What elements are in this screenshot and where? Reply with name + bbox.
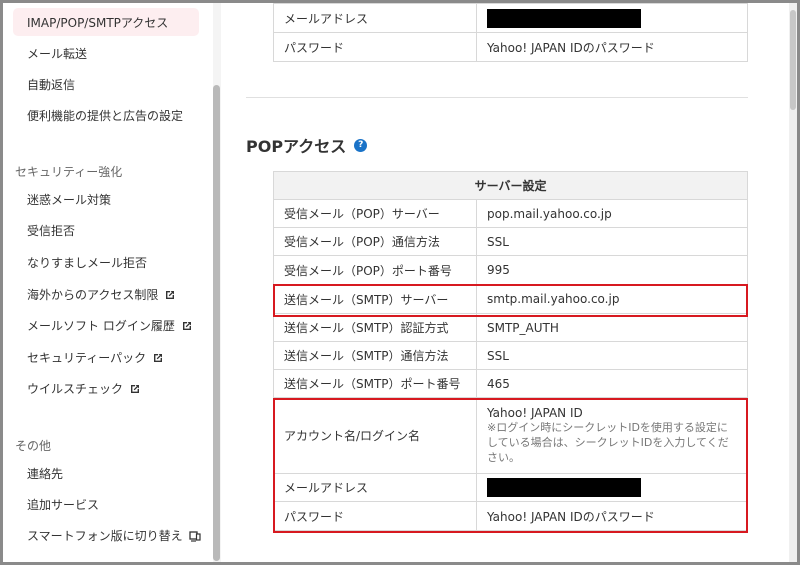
account-name-value: Yahoo! JAPAN ID ※ログイン時にシークレットIDを使用する設定にし… bbox=[475, 397, 749, 474]
row-label: 受信メール（POP）通信方法 bbox=[273, 227, 477, 256]
external-link-icon bbox=[154, 353, 163, 362]
row-value: SSL bbox=[475, 341, 749, 370]
pop-email-label: メールアドレス bbox=[273, 473, 477, 502]
sidebar-item-label: セキュリティーパック bbox=[27, 351, 147, 365]
row-value: pop.mail.yahoo.co.jp bbox=[475, 199, 749, 228]
table-row: パスワード Yahoo! JAPAN IDのパスワード bbox=[273, 32, 748, 62]
table-row: 受信メール（POP）サーバー pop.mail.yahoo.co.jp bbox=[273, 199, 749, 228]
sidebar-item-mail-forward[interactable]: メール転送 bbox=[27, 45, 87, 62]
sidebar-item-switch-smartphone[interactable]: スマートフォン版に切り替え bbox=[27, 527, 201, 544]
imap-credentials-table: メールアドレス パスワード Yahoo! JAPAN IDのパスワード bbox=[273, 3, 748, 62]
external-link-icon bbox=[182, 321, 191, 330]
secret-id-note: ※ログイン時にシークレットIDを使用する設定にしている場合は、シークレットIDを… bbox=[487, 421, 729, 464]
account-name-label: アカウント名/ログイン名 bbox=[273, 397, 477, 474]
row-label: 受信メール（POP）サーバー bbox=[273, 199, 477, 228]
sidebar-item-label: なりすましメール拒否 bbox=[27, 256, 148, 270]
sidebar-item-label: 便利機能の提供と広告の設定 bbox=[27, 109, 184, 123]
sidebar-item-virus-check[interactable]: ウイルスチェック bbox=[27, 380, 141, 397]
redacted-email bbox=[487, 8, 641, 28]
sidebar-item-spam[interactable]: 迷惑メール対策 bbox=[27, 191, 111, 208]
sidebar-item-label: 連絡先 bbox=[27, 467, 64, 481]
sidebar-item-security-pack[interactable]: セキュリティーパック bbox=[27, 349, 164, 366]
row-value: 995 bbox=[475, 255, 749, 285]
settings-sidebar: IMAP/POP/SMTPアクセス メール転送 自動返信 便利機能の提供と広告の… bbox=[3, 3, 213, 562]
sidebar-item-label: メールソフト ログイン履歴 bbox=[27, 319, 175, 333]
sidebar-scrollbar-thumb[interactable] bbox=[213, 85, 220, 561]
section-divider bbox=[246, 97, 748, 98]
table-row: 送信メール（SMTP）ポート番号 465 bbox=[273, 369, 749, 398]
pop-section-title: POPアクセス ? bbox=[246, 133, 368, 157]
table-row: 受信メール（POP）ポート番号 995 bbox=[273, 255, 749, 285]
sidebar-item-additional-services[interactable]: 追加サービス bbox=[27, 496, 99, 513]
password-label: パスワード bbox=[273, 32, 477, 62]
table-row: アカウント名/ログイン名 Yahoo! JAPAN ID ※ログイン時にシークレ… bbox=[273, 397, 749, 474]
table-row: メールアドレス bbox=[273, 3, 748, 33]
help-icon[interactable]: ? bbox=[354, 138, 368, 152]
table-row: パスワード Yahoo! JAPAN IDのパスワード bbox=[273, 501, 749, 531]
sidebar-item-label: 自動返信 bbox=[27, 78, 76, 92]
pop-password-label: パスワード bbox=[273, 501, 477, 531]
table-row: 送信メール（SMTP）サーバー smtp.mail.yahoo.co.jp bbox=[273, 284, 749, 314]
sidebar-item-label: スマートフォン版に切り替え bbox=[27, 529, 183, 543]
table-header-row: サーバー設定 bbox=[272, 171, 749, 200]
phone-pc-icon bbox=[189, 530, 201, 542]
sidebar-item-label: メール転送 bbox=[27, 47, 88, 61]
row-value: SSL bbox=[475, 227, 749, 256]
account-id-text: Yahoo! JAPAN ID bbox=[487, 406, 583, 420]
row-label: 送信メール（SMTP）通信方法 bbox=[273, 341, 477, 370]
email-address-label: メールアドレス bbox=[273, 3, 477, 33]
row-label: 送信メール（SMTP）認証方式 bbox=[273, 313, 477, 342]
row-label: 受信メール（POP）ポート番号 bbox=[273, 255, 477, 285]
table-row: 送信メール（SMTP）通信方法 SSL bbox=[273, 341, 749, 370]
pop-password-value: Yahoo! JAPAN IDのパスワード bbox=[475, 501, 749, 531]
table-row: 受信メール（POP）通信方法 SSL bbox=[273, 227, 749, 256]
smtp-server-value: smtp.mail.yahoo.co.jp bbox=[475, 284, 749, 314]
sidebar-item-spoofing[interactable]: なりすましメール拒否 bbox=[27, 254, 147, 271]
sidebar-item-overseas-access[interactable]: 海外からのアクセス制限 bbox=[27, 286, 176, 303]
row-value: SMTP_AUTH bbox=[475, 313, 749, 342]
external-link-icon bbox=[166, 290, 175, 299]
server-settings-header: サーバー設定 bbox=[272, 171, 749, 200]
password-value: Yahoo! JAPAN IDのパスワード bbox=[476, 32, 748, 62]
sidebar-item-label: 迷惑メール対策 bbox=[27, 193, 112, 207]
sidebar-group-other: その他 bbox=[15, 439, 52, 453]
pop-title-text: POPアクセス bbox=[246, 137, 347, 156]
pop-email-value bbox=[475, 473, 749, 502]
sidebar-item-login-history[interactable]: メールソフト ログイン履歴 bbox=[27, 317, 193, 334]
row-value: 465 bbox=[475, 369, 749, 398]
main-scrollbar-thumb[interactable] bbox=[790, 10, 796, 110]
sidebar-item-label: 受信拒否 bbox=[27, 224, 76, 238]
sidebar-item-auto-reply[interactable]: 自動返信 bbox=[27, 76, 75, 93]
sidebar-item-features-ads[interactable]: 便利機能の提供と広告の設定 bbox=[27, 107, 183, 124]
sidebar-item-imap-pop-smtp[interactable]: IMAP/POP/SMTPアクセス bbox=[13, 8, 199, 36]
redacted-email bbox=[487, 478, 641, 497]
external-link-icon bbox=[131, 384, 140, 393]
sidebar-item-block[interactable]: 受信拒否 bbox=[27, 222, 75, 239]
table-row: 送信メール（SMTP）認証方式 SMTP_AUTH bbox=[273, 313, 749, 342]
pop-server-settings-table: サーバー設定 受信メール（POP）サーバー pop.mail.yahoo.co.… bbox=[272, 171, 749, 531]
sidebar-item-label: ウイルスチェック bbox=[27, 382, 124, 396]
sidebar-item-label: 追加サービス bbox=[27, 498, 100, 512]
sidebar-item-label: IMAP/POP/SMTPアクセス bbox=[27, 15, 169, 30]
sidebar-item-label: 海外からのアクセス制限 bbox=[27, 288, 159, 302]
sidebar-item-contacts[interactable]: 連絡先 bbox=[27, 465, 63, 482]
table-row: メールアドレス bbox=[273, 473, 749, 502]
sidebar-group-security: セキュリティー強化 bbox=[15, 165, 123, 179]
email-address-value bbox=[476, 3, 748, 33]
row-label: 送信メール（SMTP）ポート番号 bbox=[273, 369, 477, 398]
smtp-server-label: 送信メール（SMTP）サーバー bbox=[273, 284, 477, 314]
